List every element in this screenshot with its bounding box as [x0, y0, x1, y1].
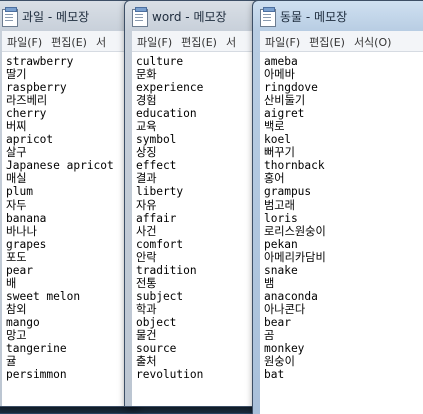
text-line: 버찌 [6, 120, 27, 134]
notepad-window-fruit[interactable]: 과일 - 메모장 파일(F) 편집(E) 서 strawberry 딸기 raspb… [0, 0, 138, 407]
text-editor[interactable]: strawberry 딸기 raspberry 라즈베리 cherry 버찌 a… [2, 52, 137, 406]
menu-edit[interactable]: 편집(E) [46, 31, 91, 50]
text-line: 범고래 [264, 198, 295, 212]
text-line: 아메바 [264, 68, 295, 82]
menu-format[interactable]: 서 [91, 31, 110, 50]
text-line: koel [264, 133, 291, 147]
text-line: mango [6, 315, 40, 329]
notepad-window-animal[interactable]: 동물 - 메모장 파일(F) 편집(E) 서식(O) ameba 아메바 ringd… [252, 0, 423, 414]
text-line: Japanese apricot [6, 159, 114, 173]
menu-edit[interactable]: 편집(E) [176, 31, 221, 50]
menu-format[interactable]: 서식(O) [349, 31, 395, 50]
menu-format[interactable]: 서 [221, 31, 240, 50]
text-line: plum [6, 185, 33, 199]
text-line: cherry [6, 107, 47, 121]
text-line: 매실 [6, 172, 27, 186]
title-bar[interactable]: 과일 - 메모장 [0, 1, 137, 31]
text-line: strawberry [6, 55, 74, 68]
window-title: 동물 - 메모장 [280, 10, 348, 24]
menu-file[interactable]: 파일(F) [132, 31, 176, 50]
text-line: pekan [264, 237, 298, 251]
text-line: 망고 [6, 328, 27, 342]
text-line: 딸기 [6, 68, 27, 82]
text-line: 아메리카담비 [264, 250, 326, 264]
text-line: bear [264, 315, 291, 329]
menu-bar: 파일(F) 편집(E) 서 [2, 31, 137, 52]
text-line: 홍어 [264, 172, 285, 186]
text-line: 바나나 [6, 224, 37, 238]
text-line: 뱀 [264, 276, 275, 290]
text-line: apricot [6, 133, 54, 147]
text-line: thornback [264, 159, 325, 173]
text-line: 살구 [6, 146, 27, 160]
text-line: tangerine [6, 342, 67, 356]
title-bar[interactable]: 동물 - 메모장 [253, 1, 423, 31]
menu-edit[interactable]: 편집(E) [304, 31, 349, 50]
text-line: raspberry [6, 81, 67, 95]
text-line: 원숭이 [264, 355, 295, 369]
text-line: 배 [6, 276, 17, 290]
text-editor[interactable]: ameba 아메바 ringdove 산비둘기 aigret 백로 koel 뻐… [260, 52, 423, 414]
text-line: grampus [264, 185, 312, 199]
window-title: word - 메모장 [152, 10, 227, 24]
text-line: ameba [264, 55, 298, 68]
text-line: banana [6, 211, 47, 225]
text-line: aigret [264, 107, 305, 121]
text-line: pear [6, 263, 33, 277]
menu-bar: 파일(F) 편집(E) 서식(O) [260, 31, 423, 52]
menu-file[interactable]: 파일(F) [260, 31, 304, 50]
text-line: 로리스원숭이 [264, 224, 326, 238]
text-line: 라즈베리 [6, 94, 48, 108]
text-line: grapes [6, 237, 47, 251]
text-line: 귤 [6, 355, 17, 369]
text-line: sweet melon [6, 289, 81, 303]
text-line: 백로 [264, 120, 285, 134]
text-line: 곰 [264, 328, 275, 342]
text-line: 참외 [6, 302, 27, 316]
text-line: monkey [264, 342, 305, 356]
menu-file[interactable]: 파일(F) [2, 31, 46, 50]
text-line: loris [264, 211, 298, 225]
text-line: 아나콘다 [264, 302, 306, 316]
title-bar[interactable]: word - 메모장 [125, 1, 273, 31]
text-line: bat [264, 368, 285, 382]
window-title: 과일 - 메모장 [22, 10, 90, 24]
text-line: 산비둘기 [264, 94, 306, 108]
text-line: ringdove [264, 81, 318, 95]
text-line: 포도 [6, 250, 27, 264]
text-line: persimmon [6, 368, 67, 382]
text-line: 자두 [6, 198, 27, 212]
notepad-icon [132, 7, 148, 27]
text-line: snake [264, 263, 298, 277]
text-line: 뻐꾸기 [264, 146, 295, 160]
notepad-icon [2, 7, 18, 27]
notepad-icon [260, 7, 276, 27]
text-line: anaconda [264, 289, 318, 303]
